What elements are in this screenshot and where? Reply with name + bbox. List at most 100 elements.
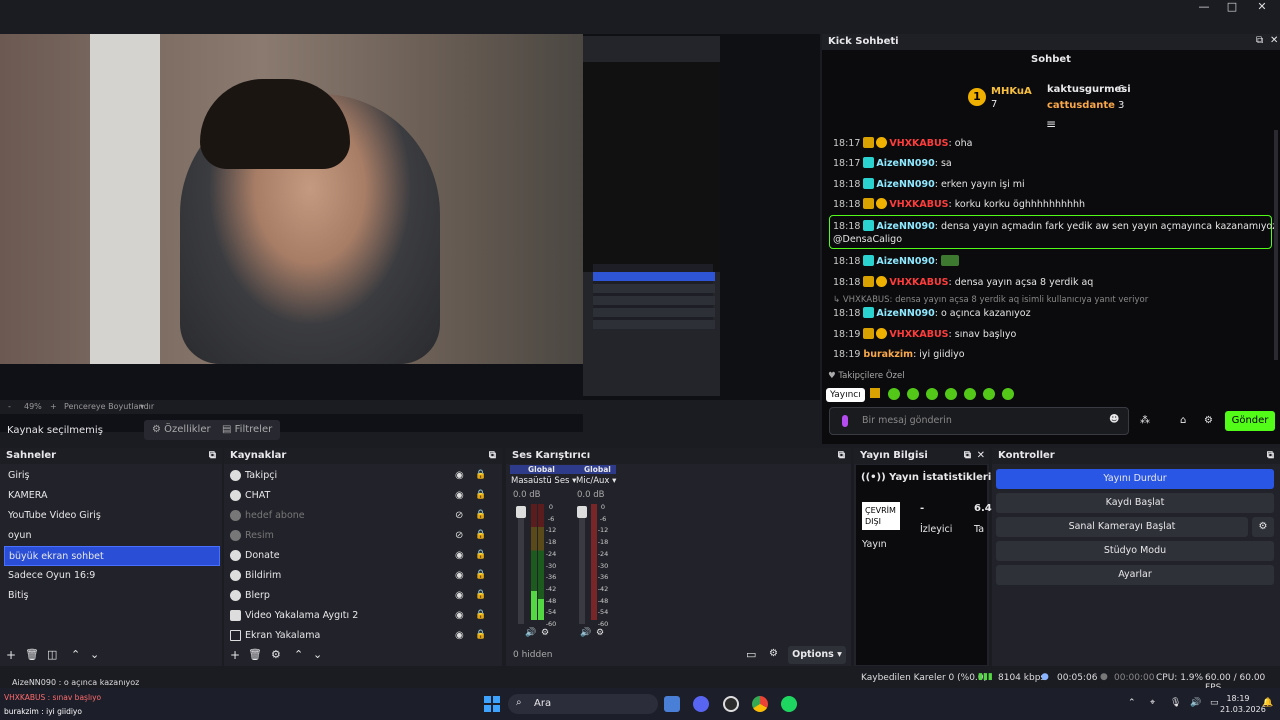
mixer-title: Ses Karıştırıcı xyxy=(512,450,591,461)
down-icon[interactable]: ⌄ xyxy=(313,648,322,661)
spotify-icon[interactable] xyxy=(781,696,797,712)
close-button[interactable]: ✕ xyxy=(1250,0,1274,14)
chat-input[interactable]: Bir mesaj gönderin ☻ xyxy=(829,407,1129,435)
chat-message: 18:19 VHXKABUS: sınav başlıyo xyxy=(833,328,1017,340)
source-item[interactable]: Video Yakalama Aygıtı 2 ◉ 🔒 xyxy=(228,606,490,626)
options-button[interactable]: Options ▾ xyxy=(788,646,846,664)
source-item[interactable]: Resim ⊘ 🔒 xyxy=(228,526,490,546)
volume-slider[interactable] xyxy=(579,506,585,624)
scene-item-selected[interactable]: büyük ekran sohbet xyxy=(4,546,220,566)
source-item[interactable]: Ekran Yakalama ◉ 🔒 xyxy=(228,626,490,646)
lock-icon: 🔒 xyxy=(475,550,487,560)
scene-item[interactable]: Giriş xyxy=(4,466,220,486)
network-icon[interactable]: ⌖ xyxy=(1150,698,1155,708)
scene-item[interactable]: KAMERA xyxy=(4,486,220,506)
group-icon[interactable]: ⁂ xyxy=(1140,415,1150,426)
close-icon[interactable]: ✕ xyxy=(977,448,985,464)
taskbar-search[interactable]: ⌕ Ara xyxy=(508,694,658,714)
chat-message: 18:18 AizeNN090: densa yayın açmadın fark… xyxy=(833,220,1278,232)
status-bar: Kaybedilen Kareler 0 (%0.0) ▮▮▮ 8104 kbp… xyxy=(0,668,1280,693)
scene-item[interactable]: oyun xyxy=(4,526,220,546)
send-button[interactable]: Gönder xyxy=(1225,411,1275,431)
float-icon[interactable]: ⧉ xyxy=(964,448,971,464)
channel-name[interactable]: Masaüstü Ses ▾ xyxy=(511,476,576,486)
layout-icon[interactable]: ▭ xyxy=(746,648,756,661)
volume-slider[interactable] xyxy=(518,506,524,624)
up-icon[interactable]: ⌃ xyxy=(294,648,303,661)
gear-icon[interactable]: ⚙ xyxy=(271,648,281,661)
speaker-icon[interactable]: 🔊 xyxy=(525,628,536,638)
down-icon[interactable]: ⌄ xyxy=(90,648,99,661)
gear-icon[interactable]: ⚙ xyxy=(769,648,778,659)
notification-icon[interactable]: 🔔 xyxy=(1262,698,1273,708)
source-item[interactable]: hedef abone ⊘ 🔒 xyxy=(228,506,490,526)
scene-item[interactable]: Bitiş xyxy=(4,586,220,606)
expand-icon[interactable]: ≡ xyxy=(1046,117,1056,131)
volume-icon[interactable]: 🔊 xyxy=(1190,698,1201,708)
partial-label: Ta xyxy=(974,524,985,535)
float-icon[interactable]: ⧉ xyxy=(209,448,216,464)
add-icon[interactable]: + xyxy=(230,648,240,662)
add-icon[interactable]: + xyxy=(6,648,16,662)
filters-button[interactable]: ▤ Filtreler xyxy=(214,420,281,440)
source-item[interactable]: Donate ◉ 🔒 xyxy=(228,546,490,566)
source-item[interactable]: CHAT ◉ 🔒 xyxy=(228,486,490,506)
lock-icon: 🔒 xyxy=(475,610,487,620)
emoji-icon[interactable]: ☻ xyxy=(1109,414,1119,425)
leader-second-count: 6 xyxy=(1118,84,1125,95)
store-icon[interactable]: ⌂ xyxy=(1180,415,1186,426)
float-icon[interactable]: ⧉ xyxy=(1267,448,1274,464)
settings-button[interactable]: Ayarlar xyxy=(996,565,1274,585)
studio-mode-button[interactable]: Stüdyo Modu xyxy=(996,541,1274,561)
clock[interactable]: 18:19 21.03.2026 xyxy=(1220,693,1266,715)
scene-item[interactable]: Sadece Oyun 16:9 xyxy=(4,566,220,586)
filter-icon[interactable]: ◫ xyxy=(47,648,57,661)
chevron-down-icon[interactable]: ▾ xyxy=(140,402,144,411)
zoom-minus[interactable]: - xyxy=(8,402,11,411)
chevron-up-icon[interactable]: ⌃ xyxy=(1128,698,1136,708)
gear-icon[interactable]: ⚙ xyxy=(541,628,549,638)
chat-scrollbar[interactable] xyxy=(1274,130,1278,360)
chat-dock-header: Kick Sohbeti ⧉ ✕ xyxy=(822,34,1280,50)
app-icon[interactable] xyxy=(664,696,680,712)
up-icon[interactable]: ⌃ xyxy=(71,648,80,661)
properties-button[interactable]: ⚙ Özellikler xyxy=(144,420,219,440)
viewers-label: İzleyici xyxy=(920,524,953,535)
live-time: 00:05:06 xyxy=(1057,673,1098,683)
battery-icon[interactable]: ▭ xyxy=(1210,698,1219,708)
first-place-badge: 1 xyxy=(968,88,986,106)
chat-input-placeholder: Bir mesaj gönderin xyxy=(862,415,952,426)
mic-icon[interactable]: 🎙 xyxy=(1170,698,1181,708)
close-icon[interactable]: ✕ xyxy=(1270,35,1278,46)
float-icon[interactable]: ⧉ xyxy=(1256,35,1263,46)
speaker-icon[interactable]: 🔊 xyxy=(580,628,591,638)
start-virtual-camera-button[interactable]: Sanal Kamerayı Başlat xyxy=(996,517,1248,537)
float-icon[interactable]: ⧉ xyxy=(838,448,845,464)
start-recording-button[interactable]: Kaydı Başlat xyxy=(996,493,1274,513)
windows-start-icon[interactable] xyxy=(484,696,500,712)
source-item[interactable]: Bildirim ◉ 🔒 xyxy=(228,566,490,586)
stop-stream-button[interactable]: Yayını Durdur xyxy=(996,469,1274,489)
gear-icon[interactable]: ⚙ xyxy=(1204,415,1213,426)
volume-handle[interactable] xyxy=(516,506,526,518)
chat-message: 18:18 VHXKABUS: densa yayın açsa 8 yerdik… xyxy=(833,276,1094,288)
minimize-button[interactable]: — xyxy=(1192,0,1216,14)
channel-name[interactable]: Mic/Aux ▾ xyxy=(576,476,616,486)
scene-item[interactable]: YouTube Video Giriş xyxy=(4,506,220,526)
float-icon[interactable]: ⧉ xyxy=(489,448,496,464)
meter-scale: 0 -6 -12 -18 -24 -30 -36 -42 -48 -54 -60 xyxy=(545,503,557,629)
gear-icon[interactable]: ⚙ xyxy=(1252,517,1274,537)
source-item[interactable]: Blerp ◉ 🔒 xyxy=(228,586,490,606)
discord-icon[interactable] xyxy=(693,696,709,712)
trash-icon[interactable]: 🗑 xyxy=(248,648,262,661)
trash-icon[interactable]: 🗑 xyxy=(25,648,39,661)
broadcast-icon: ((•)) xyxy=(861,472,890,483)
volume-handle[interactable] xyxy=(577,506,587,518)
zoom-plus[interactable]: + xyxy=(50,402,57,411)
emote-bar[interactable] xyxy=(870,387,1015,401)
obs-icon[interactable] xyxy=(723,696,739,712)
maximize-button[interactable]: □ xyxy=(1220,0,1244,14)
source-item[interactable]: Takipçi ◉ 🔒 xyxy=(228,466,490,486)
chrome-icon[interactable] xyxy=(752,696,768,712)
gear-icon[interactable]: ⚙ xyxy=(596,628,604,638)
